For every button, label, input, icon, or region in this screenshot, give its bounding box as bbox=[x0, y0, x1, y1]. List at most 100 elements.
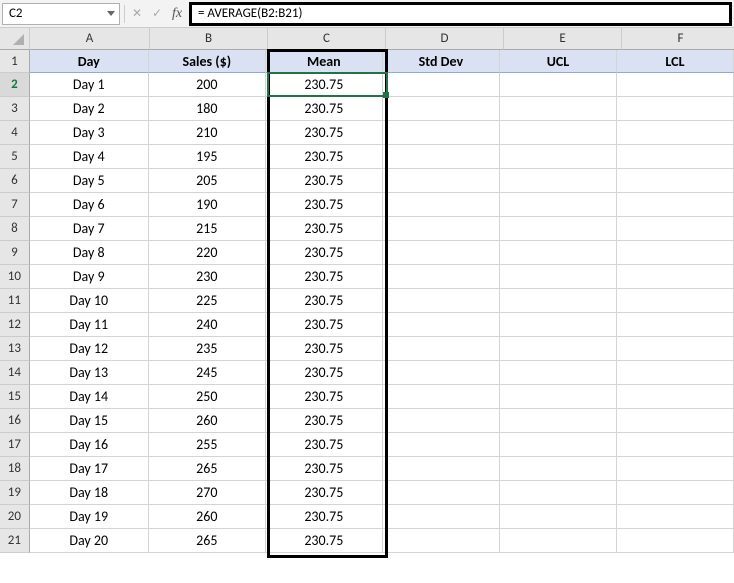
cell-sales[interactable]: 245 bbox=[149, 361, 266, 385]
cell-empty[interactable] bbox=[500, 337, 617, 361]
cell-sales[interactable]: 240 bbox=[149, 313, 266, 337]
cell-day[interactable]: Day 6 bbox=[30, 193, 149, 217]
cell-day[interactable]: Day 5 bbox=[30, 169, 149, 193]
cell-empty[interactable] bbox=[383, 457, 500, 481]
cell-mean[interactable]: 230.75 bbox=[266, 409, 383, 433]
cell-empty[interactable] bbox=[500, 193, 617, 217]
cell-empty[interactable] bbox=[383, 169, 500, 193]
cell-mean[interactable]: 230.75 bbox=[266, 217, 383, 241]
cell-sales[interactable]: 270 bbox=[149, 481, 266, 505]
cell-empty[interactable] bbox=[617, 385, 734, 409]
cell-sales[interactable]: 265 bbox=[149, 457, 266, 481]
cell-day[interactable]: Day 4 bbox=[30, 145, 149, 169]
cell-empty[interactable] bbox=[500, 121, 617, 145]
row-header[interactable]: 14 bbox=[0, 361, 30, 385]
cell-day[interactable]: Day 18 bbox=[30, 481, 149, 505]
cell-c1[interactable]: Mean bbox=[266, 50, 383, 73]
cell-b1[interactable]: Sales ($) bbox=[149, 50, 266, 73]
cell-empty[interactable] bbox=[383, 505, 500, 529]
cell-mean[interactable]: 230.75 bbox=[266, 385, 383, 409]
row-header[interactable]: 17 bbox=[0, 433, 30, 457]
cell-mean[interactable]: 230.75 bbox=[266, 193, 383, 217]
cell-empty[interactable] bbox=[500, 313, 617, 337]
cell-mean[interactable]: 230.75 bbox=[266, 361, 383, 385]
row-header[interactable]: 5 bbox=[0, 145, 30, 169]
cell-empty[interactable] bbox=[500, 529, 617, 553]
cell-day[interactable]: Day 9 bbox=[30, 265, 149, 289]
cell-day[interactable]: Day 8 bbox=[30, 241, 149, 265]
cell-empty[interactable] bbox=[500, 457, 617, 481]
cell-empty[interactable] bbox=[383, 481, 500, 505]
cell-empty[interactable] bbox=[500, 409, 617, 433]
cell-day[interactable]: Day 1 bbox=[30, 73, 149, 97]
cell-empty[interactable] bbox=[383, 145, 500, 169]
cell-day[interactable]: Day 3 bbox=[30, 121, 149, 145]
cell-mean[interactable]: 230.75 bbox=[266, 505, 383, 529]
cell-empty[interactable] bbox=[617, 529, 734, 553]
cell-mean[interactable]: 230.75 bbox=[266, 529, 383, 553]
cell-empty[interactable] bbox=[383, 433, 500, 457]
cell-empty[interactable] bbox=[500, 169, 617, 193]
cell-day[interactable]: Day 17 bbox=[30, 457, 149, 481]
row-header[interactable]: 2 bbox=[0, 73, 30, 97]
cell-empty[interactable] bbox=[500, 433, 617, 457]
cell-empty[interactable] bbox=[617, 193, 734, 217]
cell-empty[interactable] bbox=[617, 169, 734, 193]
cell-empty[interactable] bbox=[617, 265, 734, 289]
col-header-e[interactable]: E bbox=[504, 28, 622, 50]
cell-mean[interactable]: 230.75 bbox=[266, 433, 383, 457]
row-header[interactable]: 20 bbox=[0, 505, 30, 529]
cell-sales[interactable]: 205 bbox=[149, 169, 266, 193]
cell-day[interactable]: Day 7 bbox=[30, 217, 149, 241]
cell-empty[interactable] bbox=[500, 241, 617, 265]
cell-e1[interactable]: UCL bbox=[500, 50, 617, 73]
cell-mean[interactable]: 230.75 bbox=[266, 97, 383, 121]
cancel-icon[interactable]: ✕ bbox=[129, 6, 145, 22]
cell-mean[interactable]: 230.75 bbox=[266, 481, 383, 505]
name-box[interactable]: C2 bbox=[2, 3, 120, 25]
cell-day[interactable]: Day 20 bbox=[30, 529, 149, 553]
cell-empty[interactable] bbox=[500, 217, 617, 241]
cell-empty[interactable] bbox=[617, 505, 734, 529]
cell-day[interactable]: Day 19 bbox=[30, 505, 149, 529]
cell-mean[interactable]: 230.75 bbox=[266, 289, 383, 313]
row-header[interactable]: 15 bbox=[0, 385, 30, 409]
cell-empty[interactable] bbox=[617, 457, 734, 481]
cell-empty[interactable] bbox=[617, 121, 734, 145]
cell-empty[interactable] bbox=[617, 337, 734, 361]
cell-day[interactable]: Day 15 bbox=[30, 409, 149, 433]
cell-sales[interactable]: 235 bbox=[149, 337, 266, 361]
cell-sales[interactable]: 215 bbox=[149, 217, 266, 241]
cell-mean[interactable]: 230.75 bbox=[266, 457, 383, 481]
row-header[interactable]: 11 bbox=[0, 289, 30, 313]
cell-empty[interactable] bbox=[500, 361, 617, 385]
cell-empty[interactable] bbox=[617, 361, 734, 385]
cell-sales[interactable]: 210 bbox=[149, 121, 266, 145]
cell-sales[interactable]: 230 bbox=[149, 265, 266, 289]
cell-empty[interactable] bbox=[500, 385, 617, 409]
cell-a1[interactable]: Day bbox=[30, 50, 149, 73]
cell-empty[interactable] bbox=[500, 505, 617, 529]
row-header[interactable]: 19 bbox=[0, 481, 30, 505]
cell-empty[interactable] bbox=[617, 217, 734, 241]
row-header[interactable]: 12 bbox=[0, 313, 30, 337]
cell-empty[interactable] bbox=[383, 385, 500, 409]
cell-sales[interactable]: 220 bbox=[149, 241, 266, 265]
row-header[interactable]: 3 bbox=[0, 97, 30, 121]
cell-empty[interactable] bbox=[383, 241, 500, 265]
row-header-1[interactable]: 1 bbox=[0, 50, 30, 73]
cell-empty[interactable] bbox=[500, 97, 617, 121]
cell-sales[interactable]: 250 bbox=[149, 385, 266, 409]
cell-sales[interactable]: 265 bbox=[149, 529, 266, 553]
row-header[interactable]: 13 bbox=[0, 337, 30, 361]
cell-sales[interactable]: 225 bbox=[149, 289, 266, 313]
cell-sales[interactable]: 260 bbox=[149, 505, 266, 529]
cell-empty[interactable] bbox=[617, 241, 734, 265]
cell-empty[interactable] bbox=[383, 409, 500, 433]
cell-empty[interactable] bbox=[617, 313, 734, 337]
cell-mean[interactable]: 230.75 bbox=[266, 169, 383, 193]
cell-empty[interactable] bbox=[383, 337, 500, 361]
cell-empty[interactable] bbox=[617, 481, 734, 505]
cell-sales[interactable]: 190 bbox=[149, 193, 266, 217]
row-header[interactable]: 10 bbox=[0, 265, 30, 289]
